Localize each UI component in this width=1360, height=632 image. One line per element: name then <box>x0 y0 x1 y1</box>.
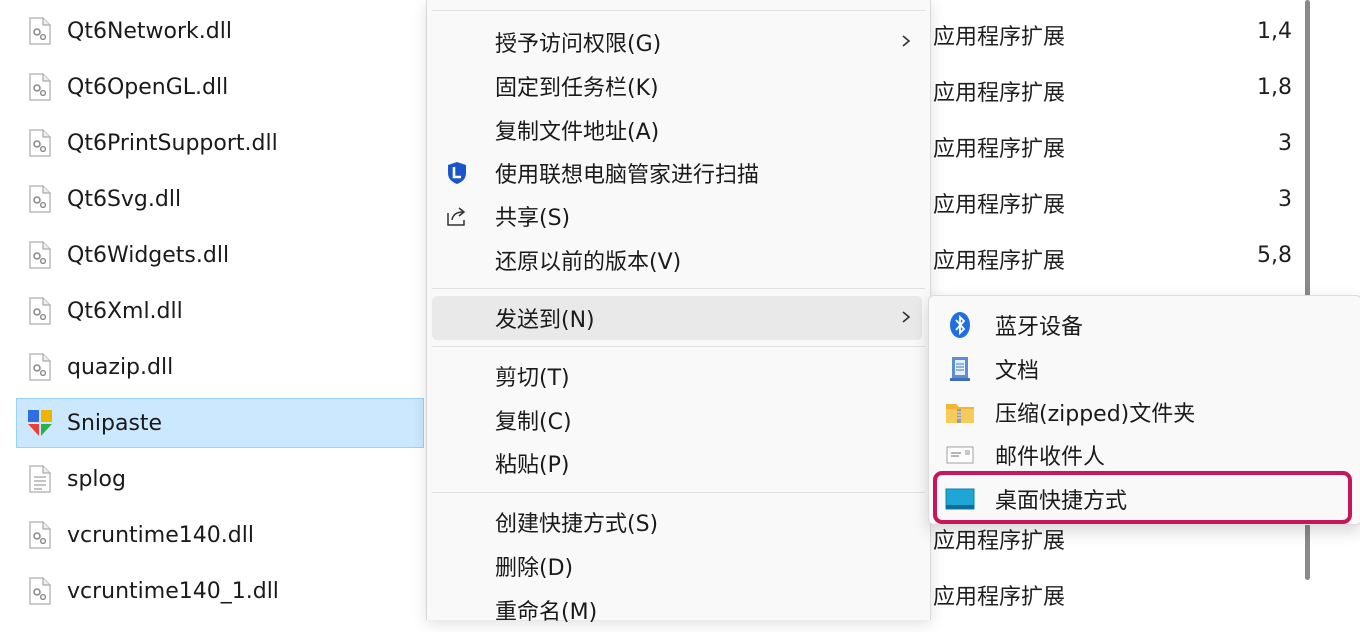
file-type-cell: 应用程序扩展 <box>933 81 1066 106</box>
menu-item-share[interactable]: 共享(S) <box>432 194 922 238</box>
file-name: Snipaste <box>67 410 163 436</box>
file-name: Qt6Svg.dll <box>67 186 182 212</box>
file-name: Qt6OpenGL.dll <box>67 74 229 100</box>
menu-separator <box>432 346 925 347</box>
menu-item-label: 复制文件地址(A) <box>495 120 660 145</box>
file-size-cell: 3 <box>1278 131 1292 156</box>
submenu-item-label: 蓝牙设备 <box>995 315 1084 340</box>
menu-separator <box>432 10 925 11</box>
file-type-cell: 应用程序扩展 <box>933 193 1066 218</box>
menu-separator <box>432 288 925 289</box>
submenu-item-documents[interactable]: 文档 <box>935 346 1353 390</box>
menu-item-send-to[interactable]: 发送到(N) <box>432 296 922 340</box>
menu-item-delete[interactable]: 删除(D) <box>432 544 922 588</box>
file-name: Qt6Widgets.dll <box>67 242 230 268</box>
file-name: Qt6Xml.dll <box>67 298 183 324</box>
submenu-item-bluetooth[interactable]: 蓝牙设备 <box>935 302 1353 346</box>
submenu-item-zip-folder[interactable]: 压缩(zipped)文件夹 <box>935 389 1353 433</box>
dll-file-icon <box>27 183 53 215</box>
submenu-item-label: 压缩(zipped)文件夹 <box>995 402 1196 427</box>
file-type-cell: 应用程序扩展 <box>933 249 1066 274</box>
menu-item-restore-versions[interactable]: 还原以前的版本(V) <box>432 238 922 282</box>
file-size-cell: 1,4 <box>1257 19 1292 44</box>
documents-icon <box>945 356 975 382</box>
file-size-cell: 3 <box>1278 187 1292 212</box>
file-row[interactable]: vcruntime140.dll <box>16 510 424 560</box>
menu-item-label: 重命名(M) <box>495 600 598 625</box>
file-row[interactable]: Qt6Network.dll <box>16 6 424 56</box>
menu-item-label: 还原以前的版本(V) <box>495 250 682 275</box>
file-type-cell: 应用程序扩展 <box>933 25 1066 50</box>
menu-item-label: 创建快捷方式(S) <box>495 512 659 537</box>
menu-item-label: 删除(D) <box>495 556 574 581</box>
dll-file-icon <box>27 239 53 271</box>
menu-item-paste[interactable]: 粘贴(P) <box>432 441 922 485</box>
file-name: vcruntime140_1.dll <box>67 578 279 604</box>
dll-file-icon <box>27 575 53 607</box>
file-type-cell: 应用程序扩展 <box>933 137 1066 162</box>
share-icon <box>444 203 470 229</box>
menu-item-cut[interactable]: 剪切(T) <box>432 354 922 398</box>
menu-item-grant-access[interactable]: 授予访问权限(G) <box>432 20 922 64</box>
menu-item-label: 授予访问权限(G) <box>495 32 662 57</box>
submenu-item-label: 文档 <box>995 359 1040 384</box>
menu-item-label: 固定到任务栏(K) <box>495 76 659 101</box>
file-size-cell: 5,8 <box>1257 243 1292 268</box>
menu-item-label: 复制(C) <box>495 410 572 435</box>
menu-item-create-shortcut[interactable]: 创建快捷方式(S) <box>432 500 922 544</box>
menu-item-rename[interactable]: 重命名(M) <box>432 588 922 632</box>
file-type-cell: 应用程序扩展 <box>933 585 1066 610</box>
menu-item-label: 使用联想电脑管家进行扫描 <box>495 163 760 188</box>
dll-file-icon <box>27 351 53 383</box>
dll-file-icon <box>27 295 53 327</box>
chevron-right-icon <box>902 311 911 323</box>
text-file-icon <box>27 463 53 495</box>
file-row[interactable]: Qt6Widgets.dll <box>16 230 424 280</box>
chevron-right-icon <box>902 35 911 47</box>
dll-file-icon <box>27 127 53 159</box>
file-row[interactable]: splog <box>16 454 424 504</box>
mail-recipient-icon <box>945 442 975 468</box>
dll-file-icon <box>27 71 53 103</box>
file-type-cell: 应用程序扩展 <box>933 529 1066 554</box>
file-name: splog <box>67 466 126 492</box>
file-name: vcruntime140.dll <box>67 522 254 548</box>
file-row[interactable]: Qt6OpenGL.dll <box>16 62 424 112</box>
file-list: Qt6Network.dll Qt6OpenGL.dll Qt6PrintSup… <box>0 0 430 609</box>
file-name: Qt6PrintSupport.dll <box>67 130 278 156</box>
bluetooth-icon <box>945 312 975 338</box>
menu-item-label: 粘贴(P) <box>495 453 570 478</box>
file-row[interactable]: Qt6Xml.dll <box>16 286 424 336</box>
file-row-selected[interactable]: Snipaste <box>16 398 424 448</box>
file-size-cell: 1,8 <box>1257 75 1292 100</box>
menu-item-label: 发送到(N) <box>495 308 595 333</box>
snipaste-app-icon <box>27 407 53 439</box>
zip-folder-icon <box>945 399 975 425</box>
file-row[interactable]: Qt6Svg.dll <box>16 174 424 224</box>
menu-item-copy-path[interactable]: 复制文件地址(A) <box>432 108 922 152</box>
context-menu: 授予访问权限(G) 固定到任务栏(K) 复制文件地址(A) 使用联想电脑管家进行… <box>426 0 931 625</box>
menu-item-pin-taskbar[interactable]: 固定到任务栏(K) <box>432 64 922 108</box>
menu-item-lenovo-scan[interactable]: 使用联想电脑管家进行扫描 <box>432 151 922 195</box>
highlight-annotation-box <box>933 471 1352 524</box>
file-name: quazip.dll <box>67 354 174 380</box>
menu-item-label: 剪切(T) <box>495 366 570 391</box>
menu-item-copy[interactable]: 复制(C) <box>432 398 922 442</box>
dll-file-icon <box>27 519 53 551</box>
dll-file-icon <box>27 15 53 47</box>
file-name: Qt6Network.dll <box>67 18 232 44</box>
submenu-item-label: 邮件收件人 <box>995 445 1106 470</box>
submenu-item-mail-recipient[interactable]: 邮件收件人 <box>935 432 1353 476</box>
menu-separator <box>432 492 925 493</box>
lenovo-shield-icon <box>444 160 470 186</box>
file-row[interactable]: Qt6PrintSupport.dll <box>16 118 424 168</box>
file-row[interactable]: quazip.dll <box>16 342 424 392</box>
menu-item-label: 共享(S) <box>495 206 571 231</box>
